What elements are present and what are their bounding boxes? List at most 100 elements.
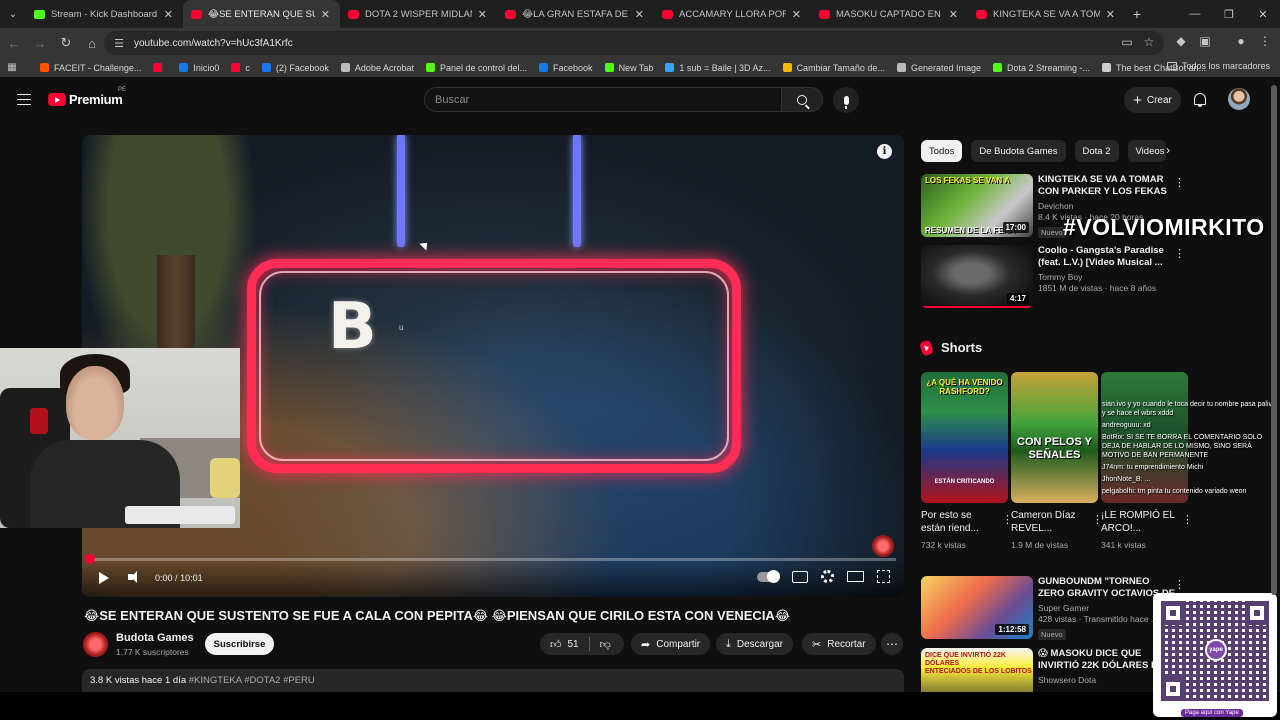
tab-close-icon[interactable]: ✕: [478, 8, 487, 21]
short-menu-icon[interactable]: ⋮: [1182, 513, 1193, 526]
cast-icon[interactable]: ▭: [1120, 35, 1134, 49]
rec-thumbnail[interactable]: DICE QUE INVIRTIÓ 22K DÓLARES ENTECIADOS …: [921, 648, 1033, 692]
browser-tab[interactable]: 😂SE ENTERAN QUE SUSTENTO ✕: [183, 0, 340, 28]
rec-thumbnail[interactable]: 4:17: [921, 245, 1033, 308]
home-button[interactable]: ⌂: [80, 31, 104, 55]
rec-video-3[interactable]: 1:12:58 GUNBOUNDM "TORNEO ZERO GRAVITY O…: [921, 576, 1191, 640]
progress-bar[interactable]: [85, 554, 896, 564]
bookmark-item[interactable]: Inicio0: [179, 63, 219, 73]
search-button[interactable]: [781, 87, 823, 112]
filter-chip[interactable]: Todos: [921, 140, 963, 162]
short-2[interactable]: CON PELOS Y SEÑALES Cameron Díaz REVEL..…: [1011, 372, 1103, 550]
all-bookmarks-button[interactable]: Todos los marcadores: [1166, 61, 1270, 71]
extensions-puzzle-icon[interactable]: ▣: [1196, 34, 1214, 48]
chevron-right-icon[interactable]: ›: [1166, 143, 1170, 157]
filter-chip[interactable]: Videos: [1127, 140, 1166, 162]
rec-menu-icon[interactable]: ⋮: [1174, 176, 1185, 189]
filter-chip[interactable]: De Budota Games: [971, 140, 1066, 162]
download-button[interactable]: ⤓ Descargar: [716, 633, 794, 655]
account-avatar[interactable]: [1228, 88, 1250, 110]
restore-icon[interactable]: ❐: [1212, 0, 1246, 28]
browser-menu-icon[interactable]: ⋮: [1256, 34, 1274, 48]
site-info-icon[interactable]: ☰: [112, 36, 126, 50]
profile-icon[interactable]: ●: [1232, 34, 1250, 48]
rec-thumbnail[interactable]: 1:12:58: [921, 576, 1033, 639]
filter-chip[interactable]: Dota 2: [1074, 140, 1119, 162]
tab-close-icon[interactable]: ✕: [1106, 8, 1115, 21]
search-input[interactable]: Buscar: [424, 87, 781, 112]
apps-grid-icon[interactable]: ▦: [0, 62, 24, 73]
rec-title[interactable]: Coolio - Gangsta's Paradise (feat. L.V.)…: [1038, 245, 1178, 269]
short-thumbnail[interactable]: ¿A QUÉ HA VENIDO RASHFORD? ESTÁN CRITICA…: [921, 372, 1008, 503]
new-tab-button[interactable]: +: [1125, 0, 1149, 28]
rec-channel[interactable]: Devichon: [1038, 201, 1178, 211]
bookmark-star-icon[interactable]: ☆: [1142, 35, 1156, 49]
extension-icon[interactable]: ◆: [1172, 34, 1190, 48]
tab-close-icon[interactable]: ✕: [792, 8, 801, 21]
bookmark-item[interactable]: Adobe Acrobat: [340, 63, 414, 73]
bookmark-item[interactable]: c: [231, 63, 250, 73]
bookmark-item[interactable]: New Tab: [604, 63, 653, 73]
short-title[interactable]: ¡LE ROMPIÓ EL ARCO!...: [1101, 509, 1177, 535]
voice-search-button[interactable]: [833, 87, 859, 113]
rec-thumbnail[interactable]: LOS FEKAS SE VAN A RESUMEN DE LA FEKA 17…: [921, 174, 1033, 237]
channel-watermark[interactable]: [872, 535, 894, 557]
like-button[interactable]: 👍︎ 51: [540, 633, 589, 655]
browser-tab[interactable]: DOTA 2 WISPER MIDLANER DE ✕: [340, 0, 497, 28]
rec-menu-icon[interactable]: ⋮: [1174, 578, 1185, 591]
menu-icon[interactable]: [17, 94, 31, 105]
tab-close-icon[interactable]: ✕: [635, 8, 644, 21]
rec-channel[interactable]: Tommy Boy: [1038, 272, 1178, 282]
channel-name[interactable]: Budota Games: [116, 632, 194, 644]
bookmark-item[interactable]: (2) Facebook: [261, 63, 329, 73]
browser-tab[interactable]: 😂LA GRAN ESTAFA DE KICK PE ✕: [497, 0, 654, 28]
hashtags[interactable]: #KINGTEKA #DOTA2 #PERU: [189, 675, 315, 686]
info-icon[interactable]: i: [877, 144, 892, 159]
minimize-icon[interactable]: —: [1178, 0, 1212, 28]
omnibox[interactable]: ☰ youtube.com/watch?v=hUc3fA1Krfc ▭ ☆: [104, 31, 1164, 55]
fullscreen-icon[interactable]: [877, 570, 890, 583]
dislike-button[interactable]: 👎︎: [590, 633, 621, 655]
bookmark-item[interactable]: Panel de control del...: [425, 63, 527, 73]
short-1[interactable]: ¿A QUÉ HA VENIDO RASHFORD? ESTÁN CRITICA…: [921, 372, 1013, 550]
subscribe-button[interactable]: Suscribirse: [205, 633, 274, 655]
bookmark-item[interactable]: [153, 63, 167, 73]
play-icon[interactable]: [99, 572, 109, 584]
share-button[interactable]: ➦ Compartir: [631, 633, 711, 655]
page-scrollbar[interactable]: [1271, 85, 1277, 595]
browser-tab[interactable]: Stream - Kick Dashboard ✕: [26, 0, 183, 28]
browser-tab[interactable]: KINGTEKA SE VA A TOMAR CO ✕: [968, 0, 1125, 28]
bookmark-item[interactable]: Dota 2 Streaming -...: [993, 63, 1090, 73]
bookmark-item[interactable]: Facebook: [539, 63, 593, 73]
theater-mode-icon[interactable]: [847, 571, 864, 582]
more-actions-icon[interactable]: ⋯: [881, 633, 903, 655]
forward-button[interactable]: →: [28, 31, 52, 55]
rec-video-4[interactable]: DICE QUE INVIRTIÓ 22K DÓLARES ENTECIADOS …: [921, 648, 1191, 692]
subtitles-icon[interactable]: [792, 570, 808, 583]
reload-button[interactable]: ↻: [54, 31, 78, 55]
bookmark-item[interactable]: Cambiar Tamaño de...: [782, 63, 885, 73]
browser-tab[interactable]: MASOKU CAPTADO EN EL HA ✕: [811, 0, 968, 28]
create-button[interactable]: + Crear: [1124, 87, 1181, 113]
notifications-bell-icon[interactable]: [1194, 93, 1206, 107]
tab-close-icon[interactable]: ✕: [949, 8, 958, 21]
settings-gear-icon[interactable]: [821, 570, 834, 583]
browser-tab[interactable]: ACCAMARY LLORA POR EMET ✕: [654, 0, 811, 28]
autoplay-toggle[interactable]: [757, 569, 780, 583]
description-box[interactable]: 3.8 K vistas hace 1 día #KINGTEKA #DOTA2…: [82, 669, 904, 692]
short-title[interactable]: Por esto se están riend...: [921, 509, 997, 535]
youtube-premium-logo[interactable]: Premium PE: [48, 87, 126, 107]
bookmark-item[interactable]: FACEIT - Challenge...: [40, 63, 141, 73]
close-window-icon[interactable]: ✕: [1246, 0, 1280, 28]
short-thumbnail[interactable]: CON PELOS Y SEÑALES: [1011, 372, 1098, 503]
rec-video-2[interactable]: 4:17 Coolio - Gangsta's Paradise (feat. …: [921, 245, 1191, 309]
back-button[interactable]: ←: [2, 31, 26, 55]
tab-search-icon[interactable]: ⌄: [0, 0, 26, 28]
clip-button[interactable]: ✂ Recortar: [802, 633, 876, 655]
tab-close-icon[interactable]: ✕: [321, 8, 330, 21]
bookmark-item[interactable]: 1 sub = Baile | 3D Az...: [665, 63, 771, 73]
volume-icon[interactable]: [128, 571, 137, 583]
progress-scrubber[interactable]: [85, 554, 95, 564]
rec-title[interactable]: KINGTEKA SE VA A TOMAR CON PARKER Y LOS …: [1038, 174, 1178, 198]
tab-close-icon[interactable]: ✕: [164, 8, 173, 21]
